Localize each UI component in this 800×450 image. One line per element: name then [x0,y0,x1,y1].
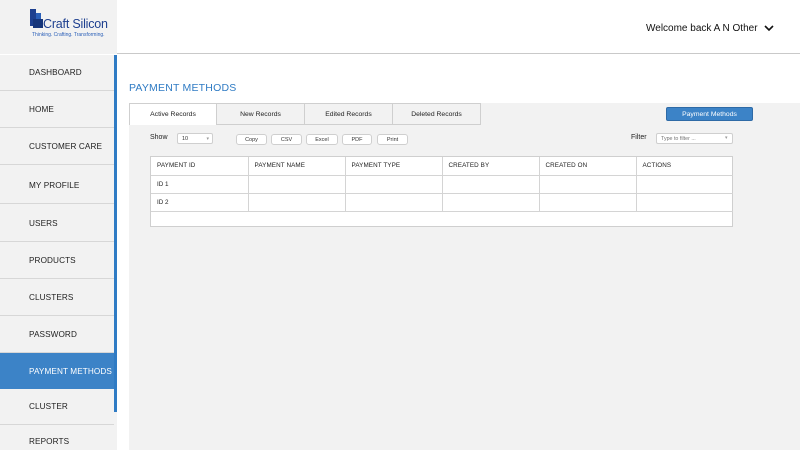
sidebar-item-label: PASSWORD [29,330,77,339]
sidebar-item-label: REPORTS [29,436,70,446]
table-cell [248,193,346,212]
page-size-select[interactable]: 10 ▾ [177,133,213,144]
sidebar-item-label: CUSTOMER CARE [29,142,103,151]
excel-button[interactable]: Excel [306,134,338,145]
sidebar-item-payment-methods[interactable]: PAYMENT METHODS [0,353,114,389]
logo-tagline: Thinking. Crafting. Transforming. [32,32,105,38]
tab-new-records[interactable]: New Records [217,103,305,125]
tab-active-records[interactable]: Active Records [129,103,217,125]
chevron-down-icon: ▾ [206,136,209,142]
column-header-created-by[interactable]: CREATED BY [442,157,540,176]
column-header-payment-name[interactable]: PAYMENT NAME [248,157,346,176]
table-cell [345,175,443,194]
table-cell [345,193,443,212]
table-cell: ID 1 [151,175,249,194]
copy-button[interactable]: Copy [236,134,267,145]
table-cell [539,193,637,212]
table-cell [442,193,540,212]
page-title: PAYMENT METHODS [129,82,237,94]
sidebar-item-users[interactable]: USERS [0,206,114,242]
table-row[interactable]: ID 2 [151,193,733,212]
logo-area[interactable]: Craft Silicon Thinking. Crafting. Transf… [0,0,117,54]
sidebar-item-label: PRODUCTS [29,256,76,265]
payment-methods-table: PAYMENT ID PAYMENT NAME PAYMENT TYPE CRE… [150,156,733,227]
sidebar-item-cluster[interactable]: CLUSTER [0,389,114,425]
sidebar-item-label: HOME [29,105,54,114]
sidebar-item-label: CLUSTERS [29,293,74,302]
table-cell: ID 2 [151,193,249,212]
table-cell [636,175,733,194]
header-divider [117,53,800,54]
sidebar-item-products[interactable]: PRODUCTS [0,243,114,279]
sidebar-item-my-profile[interactable]: MY PROFILE [0,168,114,204]
show-label: Show [150,134,168,141]
logo-icon [30,9,43,30]
user-menu[interactable]: Welcome back A N Other [646,23,774,34]
sidebar-item-label: DASHBOARD [29,68,82,77]
sidebar: DASHBOARD HOME CUSTOMER CARE MY PROFILE … [0,55,117,450]
sidebar-item-label: MY PROFILE [29,181,80,190]
sidebar-item-dashboard[interactable]: DASHBOARD [0,55,114,91]
pdf-button[interactable]: PDF [342,134,372,145]
tab-edited-records[interactable]: Edited Records [305,103,393,125]
chevron-down-icon: ▾ [725,135,728,141]
sidebar-item-label: USERS [29,219,58,228]
filter-label: Filter [631,134,647,141]
table-cell [248,175,346,194]
print-button[interactable]: Print [377,134,408,145]
column-header-created-on[interactable]: CREATED ON [539,157,637,176]
sidebar-accent-bar [114,55,117,412]
sidebar-item-label: CLUSTER [29,402,68,411]
sidebar-item-home[interactable]: HOME [0,92,114,128]
logo-name: Craft Silicon [43,17,108,31]
record-tabs: Active Records New Records Edited Record… [129,103,481,125]
payment-methods-button[interactable]: Payment Methods [666,107,753,121]
table-cell [442,175,540,194]
sidebar-item-clusters[interactable]: CLUSTERS [0,280,114,316]
csv-button[interactable]: CSV [271,134,302,145]
filter-input[interactable] [656,133,733,144]
table-row[interactable]: ID 1 [151,175,733,194]
column-header-payment-type[interactable]: PAYMENT TYPE [345,157,443,176]
table-header-row: PAYMENT ID PAYMENT NAME PAYMENT TYPE CRE… [151,157,733,176]
welcome-text: Welcome back A N Other [646,23,758,34]
page-size-value: 10 [182,135,189,142]
sidebar-item-customer-care[interactable]: CUSTOMER CARE [0,129,114,165]
table-cell [636,193,733,212]
column-header-actions: ACTIONS [636,157,733,176]
chevron-down-icon [763,25,774,32]
sidebar-item-reports[interactable]: REPORTS [0,423,114,450]
sidebar-item-password[interactable]: PASSWORD [0,317,114,353]
column-header-payment-id[interactable]: PAYMENT ID [151,157,249,176]
table-cell [539,175,637,194]
sidebar-item-label: PAYMENT METHODS [29,366,112,376]
tab-deleted-records[interactable]: Deleted Records [393,103,481,125]
